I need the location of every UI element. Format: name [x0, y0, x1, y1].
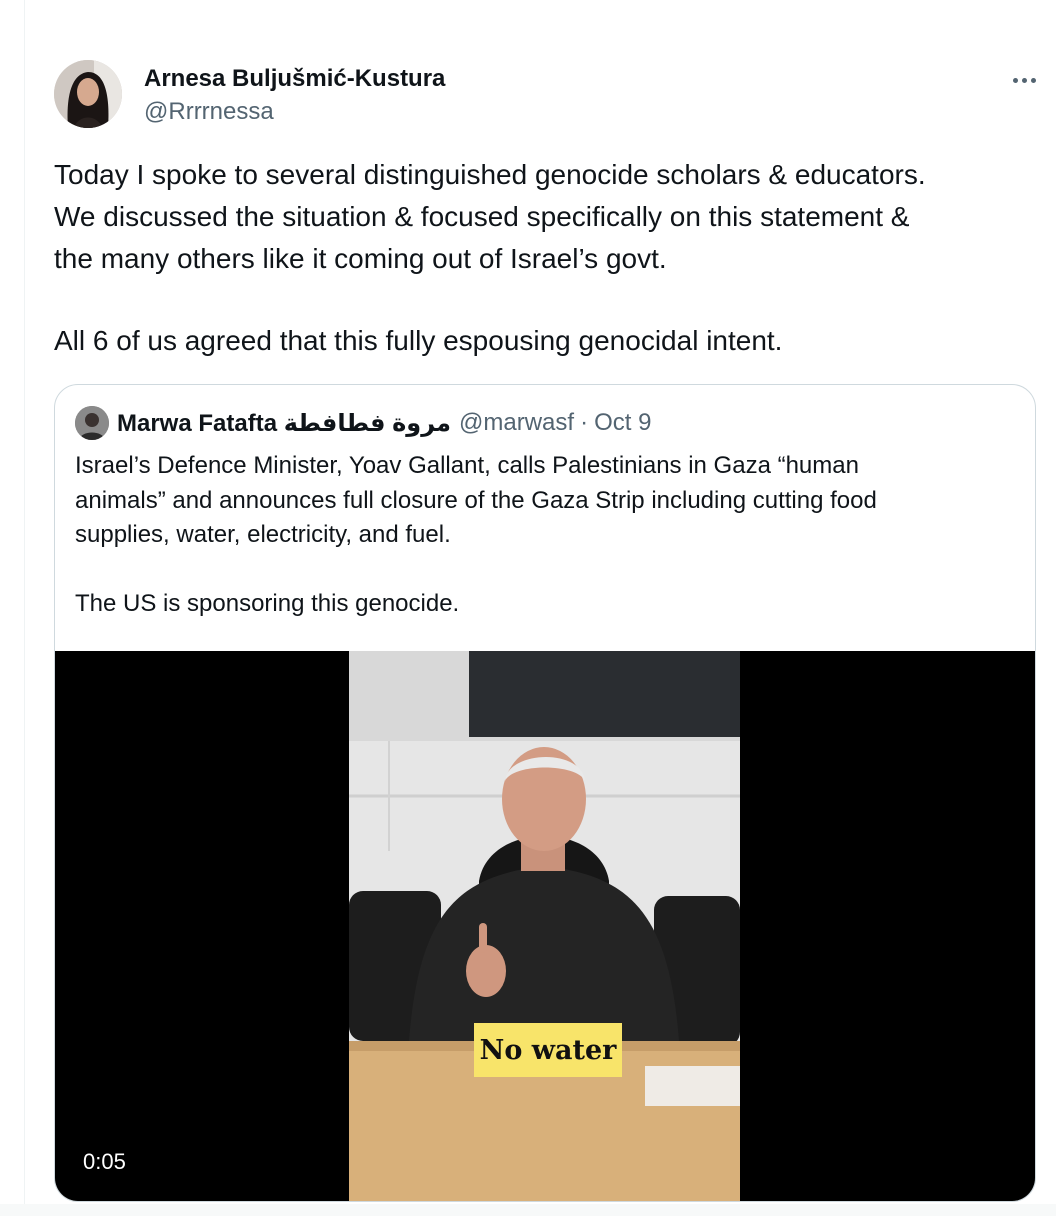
- author-info: Arnesa Buljušmić-Kustura @Rrrrnessa: [144, 64, 445, 127]
- video-frame: No water: [349, 651, 740, 1201]
- meta-separator: ·: [580, 409, 589, 436]
- quoted-text-line: supplies, water, electricity, and fuel.: [75, 521, 451, 548]
- author-avatar[interactable]: [54, 60, 122, 128]
- page-bottom-strip: [0, 1204, 1056, 1216]
- tweet-text-line: the many others like it coming out of Is…: [54, 243, 667, 274]
- timeline-divider: [24, 0, 25, 1216]
- quoted-author-name: Marwa Fatafta مروة فطافطة: [117, 409, 452, 437]
- tweet: Arnesa Buljušmić-Kustura @Rrrrnessa Toda…: [54, 58, 1036, 1202]
- ellipsis-icon[interactable]: [1004, 60, 1044, 100]
- tweet-text-line: We discussed the situation & focused spe…: [54, 201, 910, 232]
- quoted-text-line: The US is sponsoring this genocide.: [75, 589, 460, 617]
- quoted-tweet-header: Marwa Fatafta مروة فطافطة @marwasf · Oct…: [55, 385, 1035, 441]
- video-player[interactable]: No water 0:05: [55, 651, 1035, 1201]
- video-duration: 0:05: [83, 1149, 126, 1174]
- quoted-tweet-text: Israel’s Defence Minister, Yoav Gallant,…: [55, 441, 1035, 621]
- quoted-author-avatar: [75, 406, 109, 440]
- video-caption: No water: [474, 1023, 622, 1077]
- quoted-tweet-date: Oct 9: [594, 409, 652, 436]
- quoted-text-line: animals” and announces full closure of t…: [75, 486, 877, 514]
- author-handle[interactable]: @Rrrrnessa: [144, 97, 445, 127]
- author-name[interactable]: Arnesa Buljušmić-Kustura: [144, 64, 445, 94]
- quoted-author-handle: @marwasf: [459, 409, 575, 436]
- tweet-text-line: Today I spoke to several distinguished g…: [54, 159, 926, 190]
- tweet-text: Today I spoke to several distinguished g…: [54, 154, 1014, 362]
- tweet-text-line: All 6 of us agreed that this fully espou…: [54, 325, 783, 356]
- tweet-header: Arnesa Buljušmić-Kustura @Rrrrnessa: [54, 58, 1036, 134]
- quoted-text-line: Israel’s Defence Minister, Yoav Gallant,…: [75, 452, 859, 479]
- quoted-tweet[interactable]: Marwa Fatafta مروة فطافطة @marwasf · Oct…: [54, 384, 1036, 1202]
